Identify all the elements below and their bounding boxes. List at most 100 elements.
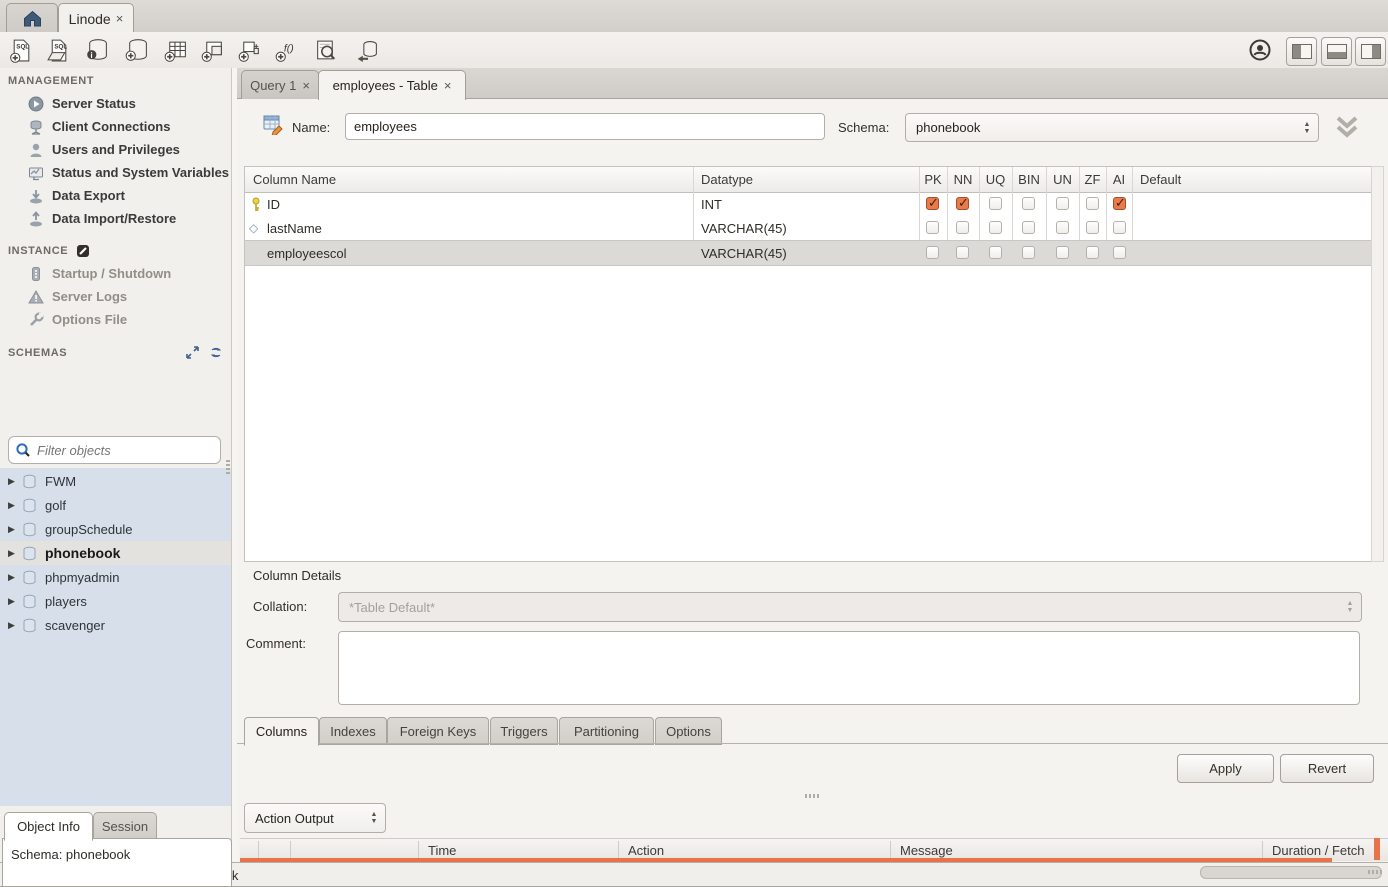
open-sql-script-button[interactable]: SQL (44, 36, 72, 64)
new-procedure-button[interactable] (236, 36, 264, 64)
sidebar-splitter-grip[interactable] (226, 460, 230, 474)
header-nn[interactable]: NN (947, 167, 979, 192)
column-row-lastname[interactable]: ◇ lastName VARCHAR(45) (245, 216, 1372, 240)
sidebar-item-client-connections[interactable]: Client Connections (0, 115, 231, 138)
schema-filter-input[interactable] (35, 442, 220, 459)
new-table-button[interactable] (162, 36, 190, 64)
bin-checkbox[interactable] (1022, 221, 1035, 234)
sidebar-item-data-export[interactable]: Data Export (0, 184, 231, 207)
expander-icon[interactable]: ▶ (8, 548, 16, 559)
pk-checkbox[interactable] (926, 221, 939, 234)
schema-item-groupschedule[interactable]: ▶ groupSchedule (0, 517, 231, 541)
output-splitter-grip[interactable] (805, 794, 819, 798)
header-default[interactable]: Default (1140, 167, 1181, 192)
un-checkbox[interactable] (1056, 221, 1069, 234)
sidebar-item-status-variables[interactable]: Status and System Variables (0, 161, 231, 184)
close-icon[interactable]: × (444, 78, 452, 93)
new-view-button[interactable] (199, 36, 227, 64)
toggle-right-panel-button[interactable] (1355, 37, 1386, 66)
home-tab[interactable] (6, 3, 58, 33)
tab-columns[interactable]: Columns (244, 717, 319, 746)
admin-button[interactable] (1246, 36, 1274, 64)
schema-select[interactable]: phonebook ▲▼ (905, 113, 1319, 142)
tab-options[interactable]: Options (655, 717, 722, 745)
tab-session[interactable]: Session (93, 812, 157, 840)
nn-checkbox[interactable] (956, 221, 969, 234)
nn-checkbox[interactable] (956, 246, 969, 259)
tab-indexes[interactable]: Indexes (319, 717, 387, 745)
sidebar-item-data-import[interactable]: Data Import/Restore (0, 207, 231, 230)
uq-checkbox[interactable] (989, 197, 1002, 210)
sidebar-item-users-privileges[interactable]: Users and Privileges (0, 138, 231, 161)
pk-checkbox[interactable] (926, 197, 939, 210)
header-un[interactable]: UN (1046, 167, 1079, 192)
tab-query-1[interactable]: Query 1 × (241, 70, 319, 99)
column-row-employeescol[interactable]: employeescol VARCHAR(45) (245, 240, 1372, 266)
uq-checkbox[interactable] (989, 246, 1002, 259)
expander-icon[interactable]: ▶ (8, 572, 16, 583)
sidebar-item-server-status[interactable]: Server Status (0, 92, 231, 115)
bin-checkbox[interactable] (1022, 197, 1035, 210)
header-uq[interactable]: UQ (979, 167, 1012, 192)
schema-item-phonebook[interactable]: ▶ phonebook (0, 541, 231, 565)
refresh-schemas-icon[interactable] (209, 346, 223, 359)
uq-checkbox[interactable] (989, 221, 1002, 234)
schema-item-fwm[interactable]: ▶ FWM (0, 469, 231, 493)
tab-partitioning[interactable]: Partitioning (559, 717, 654, 745)
tab-employees-table[interactable]: employees - Table × (318, 70, 466, 100)
new-function-button[interactable]: f() (273, 36, 301, 64)
expand-form-chevron-icon[interactable] (1330, 114, 1364, 145)
collation-select[interactable]: *Table Default* ▲▼ (338, 592, 1362, 622)
ai-checkbox[interactable] (1113, 246, 1126, 259)
close-icon[interactable]: × (116, 11, 124, 26)
tab-triggers[interactable]: Triggers (490, 717, 558, 745)
table-name-input[interactable] (345, 113, 825, 140)
connection-tab[interactable]: Linode × (58, 3, 134, 33)
database-info-button[interactable]: i (83, 36, 111, 64)
expander-icon[interactable]: ▶ (8, 620, 16, 631)
zf-checkbox[interactable] (1086, 221, 1099, 234)
comment-textarea[interactable] (338, 631, 1360, 705)
action-output-select[interactable]: Action Output ▲▼ (244, 803, 386, 833)
toggle-bottom-panel-button[interactable] (1321, 37, 1352, 66)
schema-item-scavenger[interactable]: ▶ scavenger (0, 613, 231, 637)
grid-scrollbar[interactable] (1371, 166, 1384, 562)
ai-checkbox[interactable] (1113, 221, 1126, 234)
header-pk[interactable]: PK (919, 167, 947, 192)
sidebar-item-startup-shutdown[interactable]: Startup / Shutdown (0, 262, 231, 285)
header-datatype[interactable]: Datatype (701, 167, 753, 192)
header-zf[interactable]: ZF (1079, 167, 1106, 192)
sidebar-item-options-file[interactable]: Options File (0, 308, 231, 331)
pk-checkbox[interactable] (926, 246, 939, 259)
column-row-id[interactable]: ID INT (245, 192, 1372, 216)
new-sql-editor-button[interactable]: SQL (7, 36, 35, 64)
reconnect-database-button[interactable] (353, 36, 381, 64)
un-checkbox[interactable] (1056, 246, 1069, 259)
expander-icon[interactable]: ▶ (8, 476, 16, 487)
bin-checkbox[interactable] (1022, 246, 1035, 259)
horizontal-scrollbar-thumb[interactable] (1200, 866, 1382, 879)
schema-item-phpmyadmin[interactable]: ▶ phpmyadmin (0, 565, 231, 589)
schema-item-golf[interactable]: ▶ golf (0, 493, 231, 517)
search-objects-button[interactable] (312, 36, 340, 64)
header-column-name[interactable]: Column Name (253, 167, 336, 192)
window-resize-grip[interactable] (1368, 870, 1382, 874)
schema-filter[interactable] (8, 436, 221, 464)
schema-item-players[interactable]: ▶ players (0, 589, 231, 613)
ai-checkbox[interactable] (1113, 197, 1126, 210)
revert-button[interactable]: Revert (1280, 754, 1374, 783)
zf-checkbox[interactable] (1086, 197, 1099, 210)
toggle-left-panel-button[interactable] (1286, 37, 1317, 66)
un-checkbox[interactable] (1056, 197, 1069, 210)
nn-checkbox[interactable] (956, 197, 969, 210)
header-ai[interactable]: AI (1106, 167, 1132, 192)
header-bin[interactable]: BIN (1012, 167, 1046, 192)
expander-icon[interactable]: ▶ (8, 596, 16, 607)
close-icon[interactable]: × (302, 78, 310, 93)
zf-checkbox[interactable] (1086, 246, 1099, 259)
expander-icon[interactable]: ▶ (8, 500, 16, 511)
expand-schemas-icon[interactable] (186, 346, 199, 359)
sidebar-item-server-logs[interactable]: Server Logs (0, 285, 231, 308)
tab-foreign-keys[interactable]: Foreign Keys (387, 717, 489, 745)
expander-icon[interactable]: ▶ (8, 524, 16, 535)
